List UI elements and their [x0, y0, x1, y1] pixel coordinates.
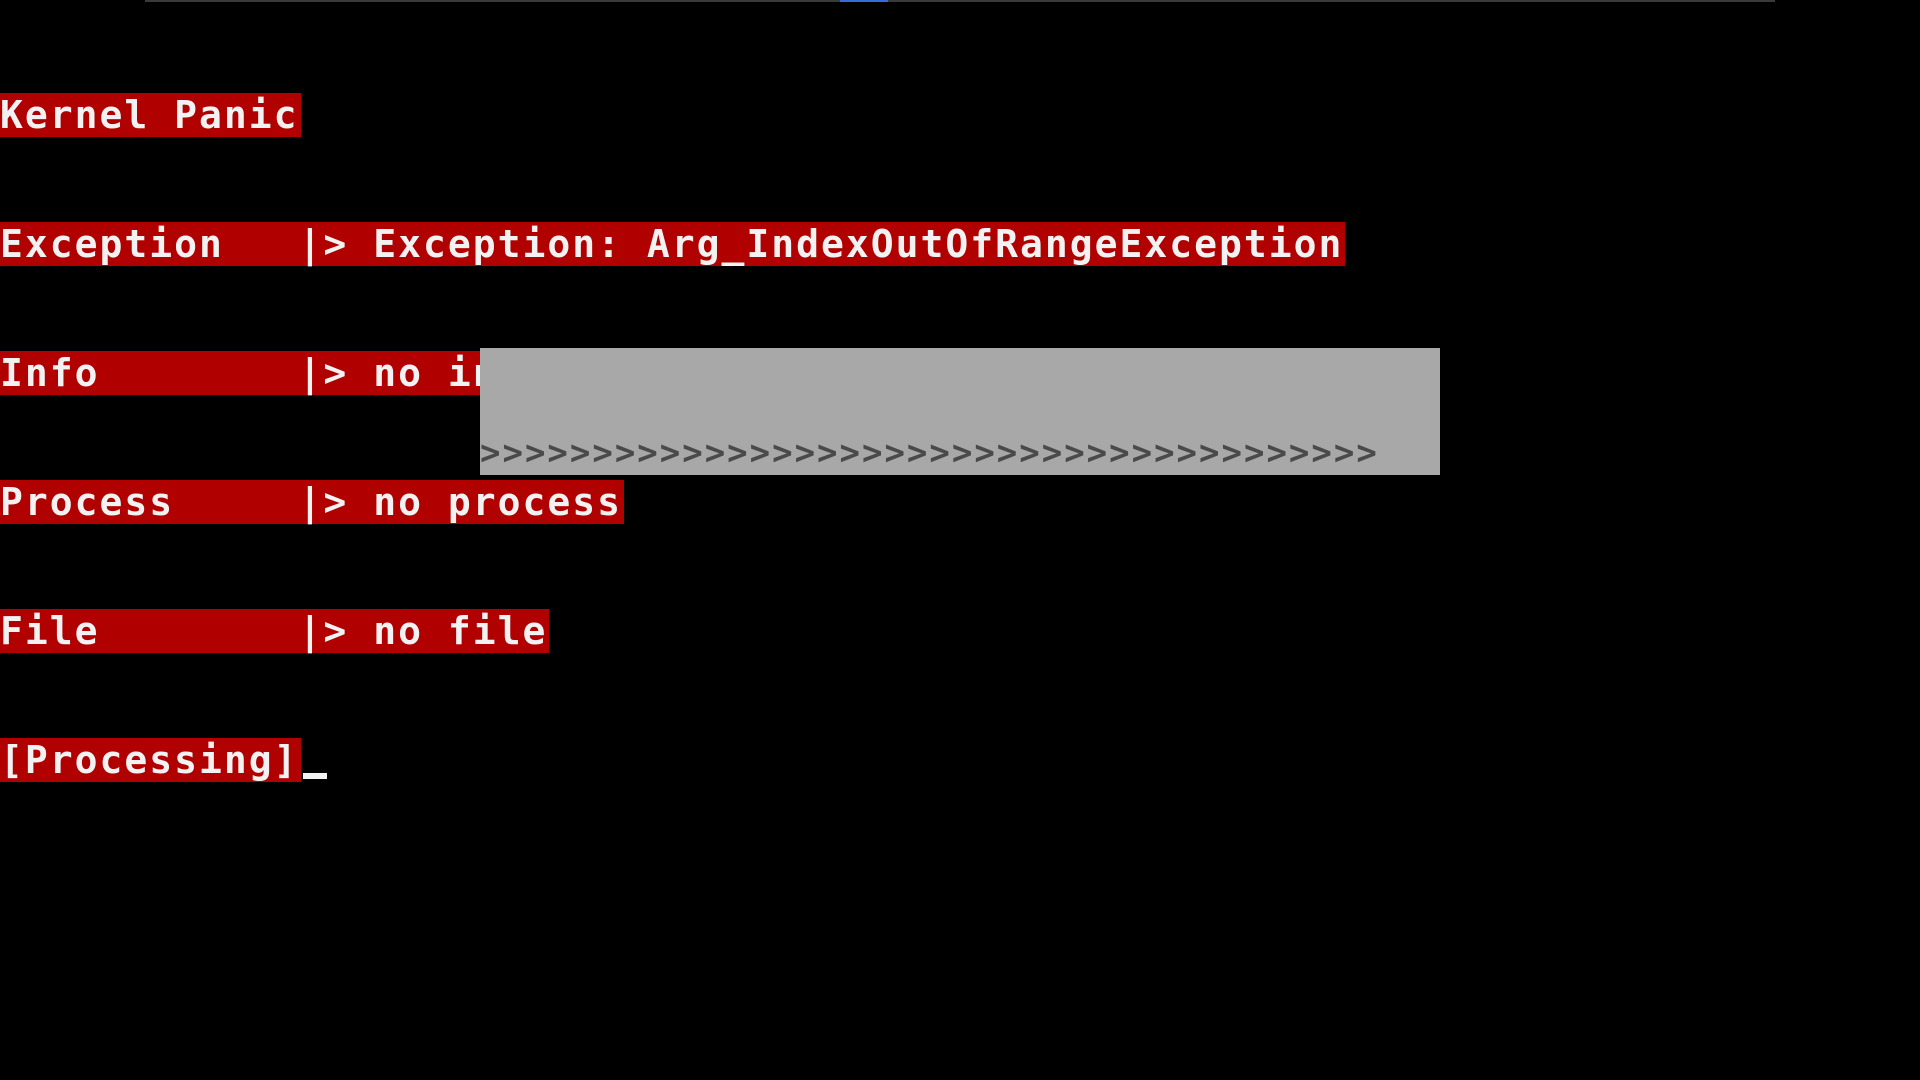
panic-value-process: no process — [373, 480, 622, 524]
panic-label-file: File — [0, 609, 274, 653]
processing-animation-box: >>>>>>>>>>>>>>>>>>>>>>>>>>>>>>>>>>>>>>>>… — [480, 348, 1440, 475]
kernel-panic-screen: Kernel Panic Exception |> Exception: Arg… — [0, 0, 1920, 1080]
panic-value-file: no file — [373, 609, 548, 653]
top-strip-indicator — [840, 0, 888, 2]
panic-row-file: File |> no file — [0, 609, 1345, 653]
panic-separator: |> — [273, 222, 374, 266]
panic-separator: |> — [273, 480, 374, 524]
processing-status: [Processing] — [0, 738, 301, 782]
panic-value-exception: Exception: Arg_IndexOutOfRangeException — [373, 222, 1344, 266]
top-strip-bar — [145, 0, 1775, 2]
panic-status-line: [Processing] — [0, 738, 1345, 782]
panic-row-process: Process |> no process — [0, 480, 1345, 524]
panic-label-info: Info — [0, 351, 274, 395]
panic-separator: |> — [273, 351, 374, 395]
panic-row-exception: Exception |> Exception: Arg_IndexOutOfRa… — [0, 222, 1346, 266]
panic-separator: |> — [273, 609, 374, 653]
panic-title: Kernel Panic — [0, 93, 301, 137]
text-cursor — [302, 773, 327, 779]
panic-label-process: Process — [0, 480, 274, 524]
panic-label-exception: Exception — [0, 222, 274, 266]
progress-row-right-arrows: >>>>>>>>>>>>>>>>>>>>>>>>>>>>>>>>>>>>>>>> — [480, 433, 1379, 473]
panic-title-line: Kernel Panic — [0, 93, 1345, 137]
